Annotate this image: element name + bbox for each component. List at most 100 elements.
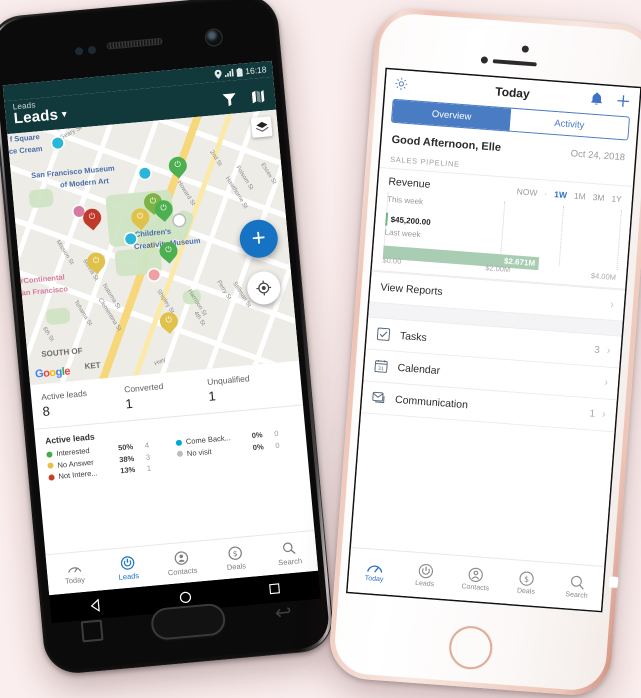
chart-category-label: Last week: [384, 228, 421, 240]
legend-count: 4: [137, 441, 150, 451]
svg-text:$: $: [524, 575, 530, 584]
search-icon: [281, 540, 296, 555]
tab-leads[interactable]: Leads: [398, 552, 452, 600]
calendar-icon: 31: [374, 359, 390, 373]
range-1w[interactable]: 1W: [554, 189, 567, 200]
hardware-recents-key[interactable]: [81, 619, 104, 642]
lead-pin-interested[interactable]: ⏻: [168, 156, 188, 181]
chart-category-label: This week: [387, 195, 424, 207]
chevron-right-icon: ›: [610, 299, 614, 310]
nav-actions: [590, 91, 631, 108]
axis-tick-label: $0.00: [382, 255, 401, 265]
tab-search[interactable]: Search: [261, 531, 318, 576]
chart-bar-this-week: [385, 213, 388, 226]
status-bar-time: 16:18: [245, 64, 267, 76]
hardware-back-key[interactable]: [274, 603, 294, 623]
location-icon: [214, 69, 222, 79]
map-layers-button[interactable]: [251, 116, 273, 138]
axis-tick-label: $4.00M: [591, 271, 617, 282]
current-date: Oct 24, 2018: [570, 148, 625, 163]
tab-label: Deals: [226, 561, 246, 572]
tab-contacts[interactable]: Contacts: [449, 556, 503, 604]
tab-label: Search: [278, 556, 302, 567]
legend-swatch-no-answer: [47, 462, 54, 469]
dollar-icon: $: [228, 545, 243, 560]
layers-icon: [255, 120, 269, 134]
list-item-count: 1: [589, 408, 595, 419]
tab-deals[interactable]: $ Deals: [500, 559, 554, 607]
chevron-right-icon: ›: [602, 409, 606, 420]
range-1y[interactable]: 1Y: [611, 193, 622, 204]
range-3m[interactable]: 3M: [592, 192, 605, 203]
tab-contacts[interactable]: Contacts: [153, 541, 210, 586]
proximity-sensor-icon: [522, 45, 530, 53]
speedometer-icon: [66, 561, 82, 574]
chevron-right-icon: ›: [604, 377, 608, 388]
bell-icon[interactable]: [590, 91, 604, 106]
tab-search[interactable]: Search: [550, 563, 604, 611]
front-camera-icon: [206, 29, 222, 45]
legend-column-left: Interested 50% 4 No Answer 38% 3 N: [46, 439, 169, 484]
chevron-right-icon: ›: [606, 346, 610, 357]
range-now[interactable]: NOW: [516, 186, 537, 198]
scene: 16:18 Leads Leads ▾: [0, 0, 641, 694]
revenue-card: Revenue NOW · 1W 1M 3M 1Y: [372, 167, 633, 290]
legend-percent: 0%: [242, 430, 263, 441]
tab-label: Search: [565, 591, 588, 600]
tab-label: Contacts: [461, 583, 489, 592]
lead-pin-no-answer[interactable]: ⏻: [86, 252, 106, 277]
map-icon[interactable]: [250, 89, 265, 105]
hardware-home-key[interactable]: [150, 602, 227, 641]
android-screen: 16:18 Leads Leads ▾: [3, 61, 318, 595]
plus-icon[interactable]: [616, 93, 631, 108]
lead-pin-interested[interactable]: ⏻: [159, 241, 179, 266]
filter-icon[interactable]: [221, 91, 237, 107]
content-filler: [352, 413, 614, 552]
stat-active-leads: Active leads 8: [41, 385, 126, 419]
tab-leads[interactable]: Leads: [99, 546, 156, 591]
legend-swatch-not-interested: [48, 474, 55, 481]
revenue-title: Revenue: [388, 176, 431, 191]
contacts-icon: [468, 567, 484, 583]
stat-converted: Converted 1: [124, 377, 209, 411]
leads-dropdown[interactable]: Leads ▾: [13, 106, 67, 128]
tab-today[interactable]: Today: [348, 548, 402, 596]
legend-percent: 50%: [113, 442, 134, 453]
leads-map[interactable]: Geary St Mission St Minna St Natoma St T…: [7, 110, 299, 385]
checkbox-icon: [377, 327, 393, 341]
tab-label: Today: [65, 574, 86, 585]
svg-text:31: 31: [378, 366, 384, 372]
speedometer-icon: [366, 560, 384, 574]
iphone-antenna-band: [609, 576, 619, 588]
message-icon: [372, 391, 388, 405]
lead-pin-interested[interactable]: ⏻: [154, 199, 174, 224]
front-camera-icon: [481, 56, 489, 64]
app-bar-actions: [221, 88, 267, 107]
earpiece-speaker: [493, 59, 537, 66]
iphone: Today Overview Activity Good Afternoon, …: [327, 6, 641, 697]
crosshair-icon: [256, 280, 272, 296]
battery-icon: [236, 67, 243, 77]
lead-pin-no-answer[interactable]: ⏻: [131, 208, 151, 233]
tab-today[interactable]: Today: [46, 550, 103, 595]
tab-label: Today: [364, 575, 383, 583]
range-selector: NOW · 1W 1M 3M 1Y: [516, 186, 622, 204]
chevron-down-icon: ▾: [62, 109, 68, 120]
iphone-screen: Today Overview Activity Good Afternoon, …: [348, 69, 641, 611]
leads-icon: [418, 563, 434, 579]
range-1m[interactable]: 1M: [574, 191, 587, 202]
gear-icon[interactable]: [394, 77, 408, 91]
lead-pin-no-answer[interactable]: ⏻: [159, 311, 179, 336]
lead-pin-not-interested[interactable]: ⏻: [82, 208, 102, 233]
map-park-area: [28, 188, 54, 208]
tab-deals[interactable]: $ Deals: [207, 536, 264, 581]
legend-swatch-interested: [46, 451, 53, 458]
legend-percent: 38%: [114, 453, 135, 464]
tab-label: Leads: [415, 580, 435, 588]
light-sensor-icon: [88, 46, 97, 55]
app-bar-title: Leads: [13, 106, 59, 127]
legend-name: Not Intere...: [58, 467, 112, 481]
leads-icon: [120, 555, 135, 570]
legend-count: 3: [138, 452, 151, 462]
list-item-count: 3: [594, 345, 600, 356]
